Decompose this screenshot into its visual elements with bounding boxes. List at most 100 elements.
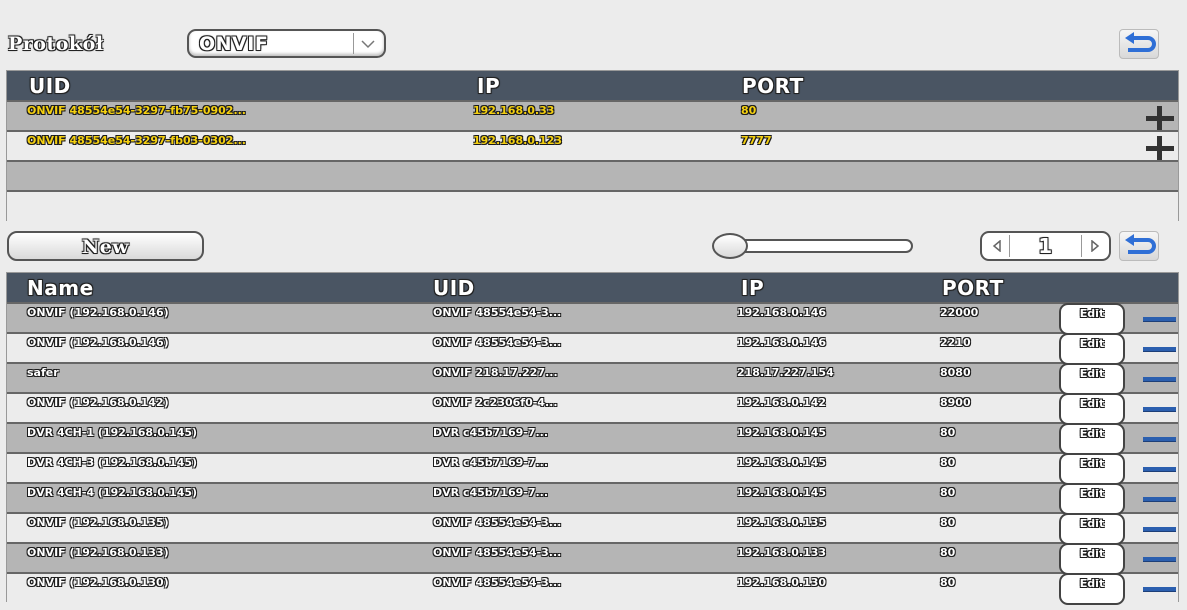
discovered-row-empty — [7, 160, 1178, 191]
device-row[interactable]: ONVIF (192.168.0.146) ONVIF 48554e54-3...… — [7, 302, 1178, 333]
discovered-uid: ONVIF 48554e54-3297-fb03-0302... — [27, 134, 246, 147]
device-uid: ONVIF 48554e54-3... — [433, 576, 562, 589]
protocol-selected-value: ONVIF — [199, 33, 269, 55]
edit-button[interactable]: Edit — [1059, 333, 1125, 365]
edit-button[interactable]: Edit — [1059, 453, 1125, 485]
device-name: ONVIF (192.168.0.135) — [27, 516, 169, 529]
device-port: 80 — [940, 486, 956, 499]
pager: 1 — [980, 231, 1111, 261]
edit-button[interactable]: Edit — [1059, 543, 1125, 575]
device-ip: 192.168.0.145 — [737, 426, 827, 439]
edit-button-label: Edit — [1079, 337, 1105, 350]
remove-icon[interactable] — [1143, 377, 1176, 381]
edit-button-label: Edit — [1079, 517, 1105, 530]
device-row[interactable]: DVR 4CH-4 (192.168.0.145) DVR c45b7169-7.… — [7, 482, 1178, 513]
edit-button-label: Edit — [1079, 487, 1105, 500]
device-uid: ONVIF 48554e54-3... — [433, 516, 562, 529]
new-button-label: New — [81, 236, 130, 258]
discovered-row[interactable]: ONVIF 48554e54-3297-fb75-0902... 192.168… — [7, 100, 1178, 131]
add-icon[interactable] — [1144, 135, 1176, 161]
edit-button-label: Edit — [1079, 457, 1105, 470]
protocol-select[interactable]: ONVIF — [187, 29, 386, 58]
protocol-label: Protokół — [8, 33, 104, 55]
discovered-port: 7777 — [741, 134, 772, 147]
edit-button-label: Edit — [1079, 307, 1105, 320]
devices-table: Name UID IP PORT ONVIF (192.168.0.146) ON… — [6, 272, 1179, 603]
remove-icon[interactable] — [1143, 467, 1176, 471]
column-port: PORT — [942, 276, 1004, 300]
edit-button-label: Edit — [1079, 427, 1105, 440]
slider[interactable] — [712, 232, 915, 260]
page-number: 1 — [1038, 234, 1053, 258]
edit-button[interactable]: Edit — [1059, 363, 1125, 395]
discovered-ip: 192.168.0.33 — [473, 104, 555, 117]
edit-button[interactable]: Edit — [1059, 423, 1125, 455]
back-arrow-icon[interactable] — [1119, 231, 1159, 261]
discovered-ip: 192.168.0.123 — [473, 134, 563, 147]
device-uid: ONVIF 2c2306f0-4... — [433, 396, 558, 409]
discovered-row[interactable]: ONVIF 48554e54-3297-fb03-0302... 192.168… — [7, 130, 1178, 161]
device-uid: ONVIF 48554e54-3... — [433, 306, 562, 319]
chevron-down-icon — [353, 33, 382, 54]
device-port: 80 — [940, 516, 956, 529]
device-port: 80 — [940, 426, 956, 439]
device-row[interactable]: ONVIF (192.168.0.142) ONVIF 2c2306f0-4...… — [7, 392, 1178, 423]
device-row[interactable]: safer ONVIF 218.17.227... 218.17.227.154 80… — [7, 362, 1178, 393]
remove-icon[interactable] — [1143, 317, 1176, 321]
device-ip: 192.168.0.146 — [737, 336, 827, 349]
column-port: PORT — [742, 74, 804, 98]
edit-button[interactable]: Edit — [1059, 573, 1125, 605]
edit-button[interactable]: Edit — [1059, 303, 1125, 335]
slider-knob[interactable] — [712, 233, 748, 259]
device-row[interactable]: DVR 4CH-1 (192.168.0.145) DVR c45b7169-7.… — [7, 422, 1178, 453]
column-ip: IP — [477, 74, 501, 98]
device-uid: DVR c45b7169-7... — [433, 426, 549, 439]
device-row[interactable]: ONVIF (192.168.0.130) ONVIF 48554e54-3...… — [7, 572, 1178, 603]
device-name: ONVIF (192.168.0.146) — [27, 336, 169, 349]
device-name: ONVIF (192.168.0.142) — [27, 396, 169, 409]
discovered-table-header: UID IP PORT — [7, 71, 1178, 101]
devices-table-header: Name UID IP PORT — [7, 273, 1178, 303]
column-name: Name — [27, 276, 94, 300]
device-ip: 218.17.227.154 — [737, 366, 834, 379]
device-row[interactable]: ONVIF (192.168.0.146) ONVIF 48554e54-3...… — [7, 332, 1178, 363]
prev-page-icon[interactable] — [984, 235, 1010, 257]
remove-icon[interactable] — [1143, 437, 1176, 441]
remove-icon[interactable] — [1143, 407, 1176, 411]
edit-button[interactable]: Edit — [1059, 393, 1125, 425]
device-port: 22000 — [940, 306, 979, 319]
device-name: DVR 4CH-3 (192.168.0.145) — [27, 456, 198, 469]
device-row[interactable]: ONVIF (192.168.0.135) ONVIF 48554e54-3...… — [7, 512, 1178, 543]
edit-button[interactable]: Edit — [1059, 513, 1125, 545]
device-ip: 192.168.0.130 — [737, 576, 827, 589]
device-name: DVR 4CH-4 (192.168.0.145) — [27, 486, 198, 499]
next-page-icon[interactable] — [1081, 235, 1107, 257]
new-button[interactable]: New — [7, 231, 204, 261]
edit-button-label: Edit — [1079, 547, 1105, 560]
device-uid: ONVIF 218.17.227... — [433, 366, 558, 379]
remove-icon[interactable] — [1143, 557, 1176, 561]
add-icon[interactable] — [1144, 105, 1176, 131]
device-uid: ONVIF 48554e54-3... — [433, 546, 562, 559]
device-port: 8080 — [940, 366, 971, 379]
discovered-row-empty — [7, 190, 1178, 221]
device-port: 8900 — [940, 396, 971, 409]
device-ip: 192.168.0.133 — [737, 546, 827, 559]
device-ip: 192.168.0.146 — [737, 306, 827, 319]
remove-icon[interactable] — [1143, 347, 1176, 351]
column-uid: UID — [29, 74, 71, 98]
device-port: 2210 — [940, 336, 971, 349]
back-arrow-icon[interactable] — [1119, 29, 1159, 59]
remove-icon[interactable] — [1143, 587, 1176, 591]
column-uid: UID — [433, 276, 475, 300]
discovered-uid: ONVIF 48554e54-3297-fb75-0902... — [27, 104, 246, 117]
device-uid: ONVIF 48554e54-3... — [433, 336, 562, 349]
device-row[interactable]: DVR 4CH-3 (192.168.0.145) DVR c45b7169-7.… — [7, 452, 1178, 483]
edit-button[interactable]: Edit — [1059, 483, 1125, 515]
device-name: DVR 4CH-1 (192.168.0.145) — [27, 426, 198, 439]
device-row[interactable]: ONVIF (192.168.0.133) ONVIF 48554e54-3...… — [7, 542, 1178, 573]
remove-icon[interactable] — [1143, 497, 1176, 501]
remove-icon[interactable] — [1143, 527, 1176, 531]
device-port: 80 — [940, 456, 956, 469]
device-port: 80 — [940, 576, 956, 589]
